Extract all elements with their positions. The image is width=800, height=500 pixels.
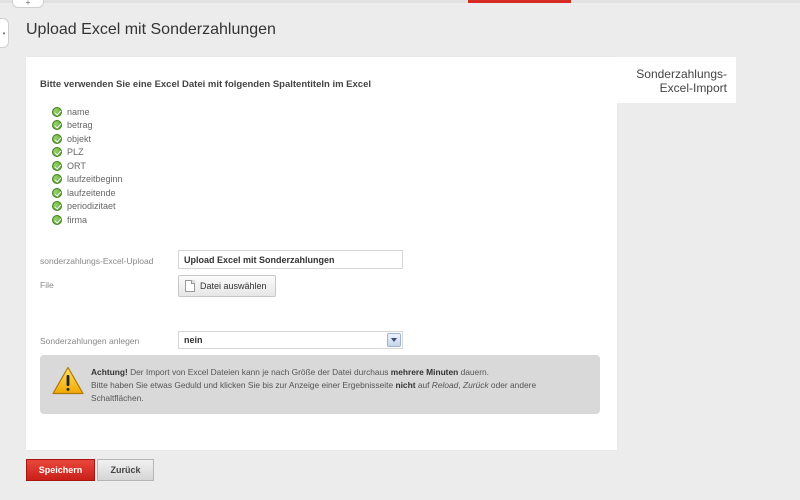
side-tab-label-line2: Excel-Import (659, 81, 727, 95)
upload-name-input[interactable] (178, 250, 403, 269)
checkmark-icon (52, 106, 62, 117)
list-item: firma (52, 213, 123, 227)
warning-text-2: dauern. (458, 367, 489, 377)
file-label: File (40, 280, 54, 290)
warning-text-3: Bitte haben Sie etwas Geduld und klicken… (91, 380, 396, 390)
column-name: ORT (67, 160, 86, 171)
checkmark-icon (52, 120, 62, 131)
column-name: betrag (67, 120, 93, 131)
column-name: PLZ (67, 147, 84, 158)
side-tab-excel-import[interactable]: Sonderzahlungs- Excel-Import (617, 57, 736, 103)
warning-text: Achtung! Der Import von Excel Dateien ka… (91, 366, 591, 405)
choose-file-button[interactable]: Datei auswählen (178, 275, 276, 297)
warning-triangle-icon (52, 366, 84, 395)
list-item: laufzeitbeginn (52, 173, 123, 187)
list-item: laufzeitende (52, 186, 123, 200)
page-title: Upload Excel mit Sonderzahlungen (26, 21, 276, 38)
active-nav-indicator (468, 0, 571, 3)
warning-achtung: Achtung! (91, 367, 128, 377)
column-name: name (67, 106, 90, 117)
warning-text-4: auf (415, 380, 432, 390)
create-payments-select[interactable]: nein (178, 331, 403, 349)
create-payments-value: nein (184, 335, 203, 345)
side-panel-handle[interactable]: • (0, 18, 9, 48)
create-payments-label: Sonderzahlungen anlegen (40, 336, 140, 346)
list-item: betrag (52, 119, 123, 133)
top-bar (0, 0, 800, 3)
checkmark-icon (52, 133, 62, 144)
warning-em-reload: Reload (431, 380, 459, 390)
column-name: objekt (67, 133, 92, 144)
list-item: name (52, 105, 123, 119)
warning-strong-1: mehrere Minuten (390, 367, 459, 377)
side-tab-label-line1: Sonderzahlungs- (636, 67, 727, 81)
list-item: PLZ (52, 146, 123, 160)
instruction-text: Bitte verwenden Sie eine Excel Datei mit… (40, 79, 372, 90)
warning-box: Achtung! Der Import von Excel Dateien ka… (40, 355, 600, 414)
checkmark-icon (52, 160, 62, 171)
warning-strong-2: nicht (395, 380, 416, 390)
checkmark-icon (52, 201, 62, 212)
upload-label: sonderzahlungs-Excel-Upload (40, 256, 154, 266)
save-button[interactable]: Speichern (26, 459, 95, 481)
warning-text-1: Der Import von Excel Dateien kann je nac… (127, 367, 391, 377)
list-item: objekt (52, 132, 123, 146)
column-name: firma (67, 214, 87, 225)
checkmark-icon (52, 147, 62, 158)
column-name: laufzeitbeginn (67, 174, 123, 185)
chevron-down-icon[interactable] (387, 333, 401, 347)
column-name: periodizitaet (67, 201, 116, 212)
column-name: laufzeitende (67, 187, 116, 198)
checkmark-icon (52, 214, 62, 225)
back-button[interactable]: Zurück (97, 459, 154, 481)
warning-em-back: Zurück (463, 380, 489, 390)
checkmark-icon (52, 174, 62, 185)
file-icon (185, 280, 195, 292)
list-item: ORT (52, 159, 123, 173)
top-expand-tab[interactable]: + (12, 0, 44, 8)
choose-file-label: Datei auswählen (200, 281, 267, 291)
checkmark-icon (52, 187, 62, 198)
list-item: periodizitaet (52, 200, 123, 214)
column-list: name betrag objekt PLZ ORT laufzeitbeginn lauf… (52, 105, 123, 227)
